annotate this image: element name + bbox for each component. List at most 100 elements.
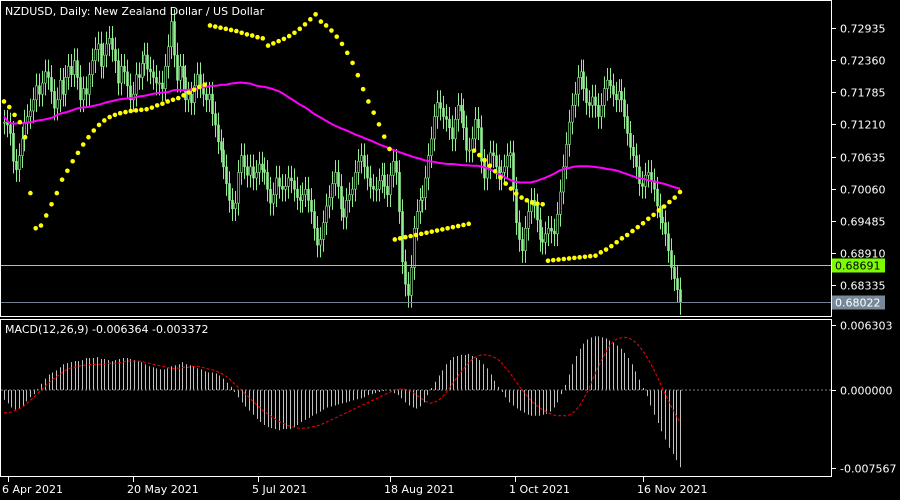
candle-body — [275, 177, 278, 196]
candle-body — [582, 71, 585, 89]
sar-dot — [207, 23, 213, 28]
candle-body — [577, 77, 580, 95]
candle-body — [240, 155, 243, 173]
candle-body — [477, 119, 480, 129]
candle-body — [609, 79, 612, 87]
candle-body — [635, 155, 638, 168]
candle-body — [123, 65, 126, 73]
candle-body — [176, 54, 179, 81]
candle-body — [679, 289, 682, 303]
candle-body — [290, 177, 293, 182]
candle-body — [351, 188, 354, 196]
candle-body — [451, 127, 454, 140]
level-price-text: 0.68691 — [835, 260, 881, 273]
candle-body — [544, 233, 547, 243]
candle-body — [62, 79, 65, 95]
candle-body — [585, 88, 588, 103]
sar-dot — [661, 204, 667, 209]
candle-body — [258, 163, 261, 173]
candle-body — [73, 60, 76, 75]
sar-dot — [550, 257, 556, 263]
candle-body — [518, 222, 521, 240]
candle-body — [536, 205, 539, 221]
candle-body — [35, 85, 38, 101]
candle-body — [190, 93, 193, 103]
sar-dot — [54, 190, 60, 196]
candle-body — [18, 155, 21, 170]
sar-dot — [672, 195, 678, 200]
candle-body — [430, 138, 433, 156]
candle-body — [56, 99, 59, 109]
candle-body — [287, 177, 290, 187]
candle-body — [372, 186, 375, 190]
candle-body — [21, 138, 24, 156]
sar-dot — [318, 19, 324, 24]
sar-dot — [91, 128, 97, 133]
sar-dot — [524, 198, 530, 203]
candle-body — [120, 65, 123, 84]
candle-body — [108, 38, 111, 45]
price-tick-label: 0.68335 — [840, 280, 886, 293]
candle-body — [155, 77, 158, 84]
sar-dot — [519, 195, 524, 200]
candle-body — [272, 194, 275, 204]
sar-dot — [624, 232, 630, 238]
candle-body — [301, 194, 304, 201]
candle-body — [375, 188, 378, 191]
candle-body — [366, 166, 369, 179]
candle-body — [141, 63, 144, 78]
candle-body — [126, 71, 129, 87]
candle-body — [50, 77, 53, 92]
candle-body — [70, 65, 73, 75]
candle-body — [650, 172, 653, 182]
candle-body — [509, 152, 512, 156]
sar-dot — [102, 118, 107, 123]
sar-dot — [329, 28, 334, 33]
sar-dot — [197, 84, 202, 90]
sar-dot — [202, 82, 207, 88]
candle-body — [389, 174, 392, 196]
sar-dot — [70, 158, 75, 164]
candle-body — [105, 43, 108, 56]
candle-body — [448, 119, 451, 129]
candle-body — [29, 110, 32, 117]
sar-dot — [308, 17, 313, 22]
sar-dot — [477, 152, 482, 158]
sar-dot — [59, 177, 65, 182]
sar-dot — [593, 253, 598, 258]
sar-dot — [334, 34, 340, 39]
macd-title: MACD(12,26,9) -0.006364 -0.003372 — [5, 323, 208, 336]
candle-body — [94, 49, 97, 61]
sar-dot — [281, 36, 287, 42]
candle-body — [483, 160, 486, 179]
sar-dot — [445, 225, 450, 231]
macd-signal-line — [4, 336, 681, 429]
candle-body — [164, 65, 167, 89]
candle-body — [196, 74, 199, 87]
price-tick-label: 0.72935 — [840, 23, 886, 36]
candle-body — [568, 121, 571, 145]
sar-dot — [529, 200, 535, 205]
sar-dot — [128, 108, 134, 114]
candle-body — [32, 99, 35, 112]
candle-body — [527, 211, 530, 229]
candle-body — [553, 230, 556, 235]
candle-body — [152, 71, 155, 78]
candle-body — [88, 74, 91, 95]
candle-body — [559, 191, 562, 215]
sar-dot — [392, 237, 398, 242]
candle-body — [597, 105, 600, 117]
candle-body — [278, 177, 281, 187]
candle-body — [591, 96, 594, 106]
candle-body — [656, 188, 659, 207]
candle-body — [421, 197, 424, 201]
candle-body — [676, 278, 679, 291]
sar-dot — [313, 12, 318, 17]
sar-dot — [461, 222, 466, 228]
sar-dot — [139, 107, 144, 113]
candle-body — [383, 174, 386, 187]
sar-dot — [619, 236, 625, 241]
candle-body — [524, 227, 527, 251]
candle-body — [319, 239, 322, 246]
sar-dot — [49, 201, 54, 207]
